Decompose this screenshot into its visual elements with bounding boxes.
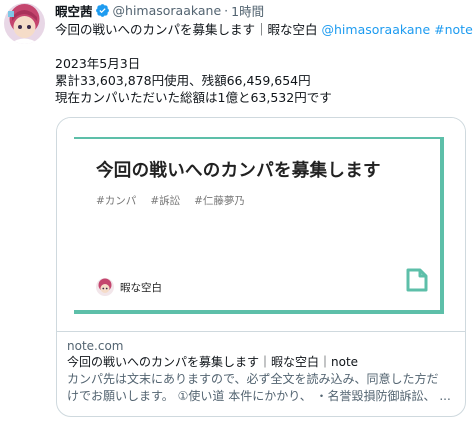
- tweet-header: 暇空茜 @himasoraakane · 1時間: [55, 0, 469, 21]
- card-author-name: 暇な空白: [120, 281, 162, 294]
- card-tags: #カンパ #訴訟 #仁藤夢乃: [96, 193, 245, 208]
- display-name[interactable]: 暇空茜: [55, 1, 93, 20]
- tweet-line-total: 現在カンパいただいた総額は1億と63,532円です: [55, 90, 332, 105]
- tweet-line-date: 2023年5月3日: [55, 56, 141, 71]
- card-image-title: 今回の戦いへのカンパを募集します: [96, 161, 381, 181]
- card-author: 暇な空白: [96, 278, 162, 296]
- card-tag: #仁藤夢乃: [194, 195, 245, 207]
- separator-dot: ·: [224, 3, 229, 18]
- card-description-line-2: けでお願いします。 ①使い道 本件にかかり、 ・名誉毀損防御訴訟、 ...: [67, 389, 451, 403]
- handle[interactable]: @himasoraakane: [113, 3, 222, 18]
- mention-link[interactable]: @himasoraakane: [322, 22, 431, 37]
- card-tag: #訴訟: [150, 195, 181, 207]
- card-info[interactable]: note.com 今回の戦いへのカンパを募集します｜暇な空白｜note カンパ先…: [57, 333, 465, 405]
- tweet-line-usage: 累計33,603,878円使用、残額66,459,654円: [55, 73, 311, 88]
- card-description-line-1: カンパ先は文末にありますので、必ず全文を読み込み、同意した方だ: [67, 372, 439, 386]
- tweet-body: 暇空茜 @himasoraakane · 1時間 今回の戦いへのカンパを募集しま…: [55, 0, 473, 417]
- tweet-line-1-text: 今回の戦いへのカンパを募集します｜暇な空白: [55, 22, 318, 37]
- verified-badge-icon: [95, 4, 109, 17]
- card-image[interactable]: 今回の戦いへのカンパを募集します #カンパ #訴訟 #仁藤夢乃 暇な空白: [57, 118, 465, 332]
- card-headline: 今回の戦いへのカンパを募集します｜暇な空白｜note: [67, 355, 359, 369]
- card-domain: note.com: [67, 339, 124, 353]
- link-card[interactable]: 今回の戦いへのカンパを募集します #カンパ #訴訟 #仁藤夢乃 暇な空白 not…: [56, 117, 466, 417]
- hashtag-link[interactable]: #note: [434, 22, 473, 37]
- card-tag: #カンパ: [96, 195, 137, 207]
- note-document-icon: [406, 268, 428, 292]
- avatar[interactable]: [4, 3, 45, 44]
- timestamp[interactable]: 1時間: [231, 1, 264, 20]
- card-author-avatar: [96, 278, 114, 296]
- tweet-line-1: 今回の戦いへのカンパを募集します｜暇な空白 @himasoraakane #no…: [55, 21, 473, 38]
